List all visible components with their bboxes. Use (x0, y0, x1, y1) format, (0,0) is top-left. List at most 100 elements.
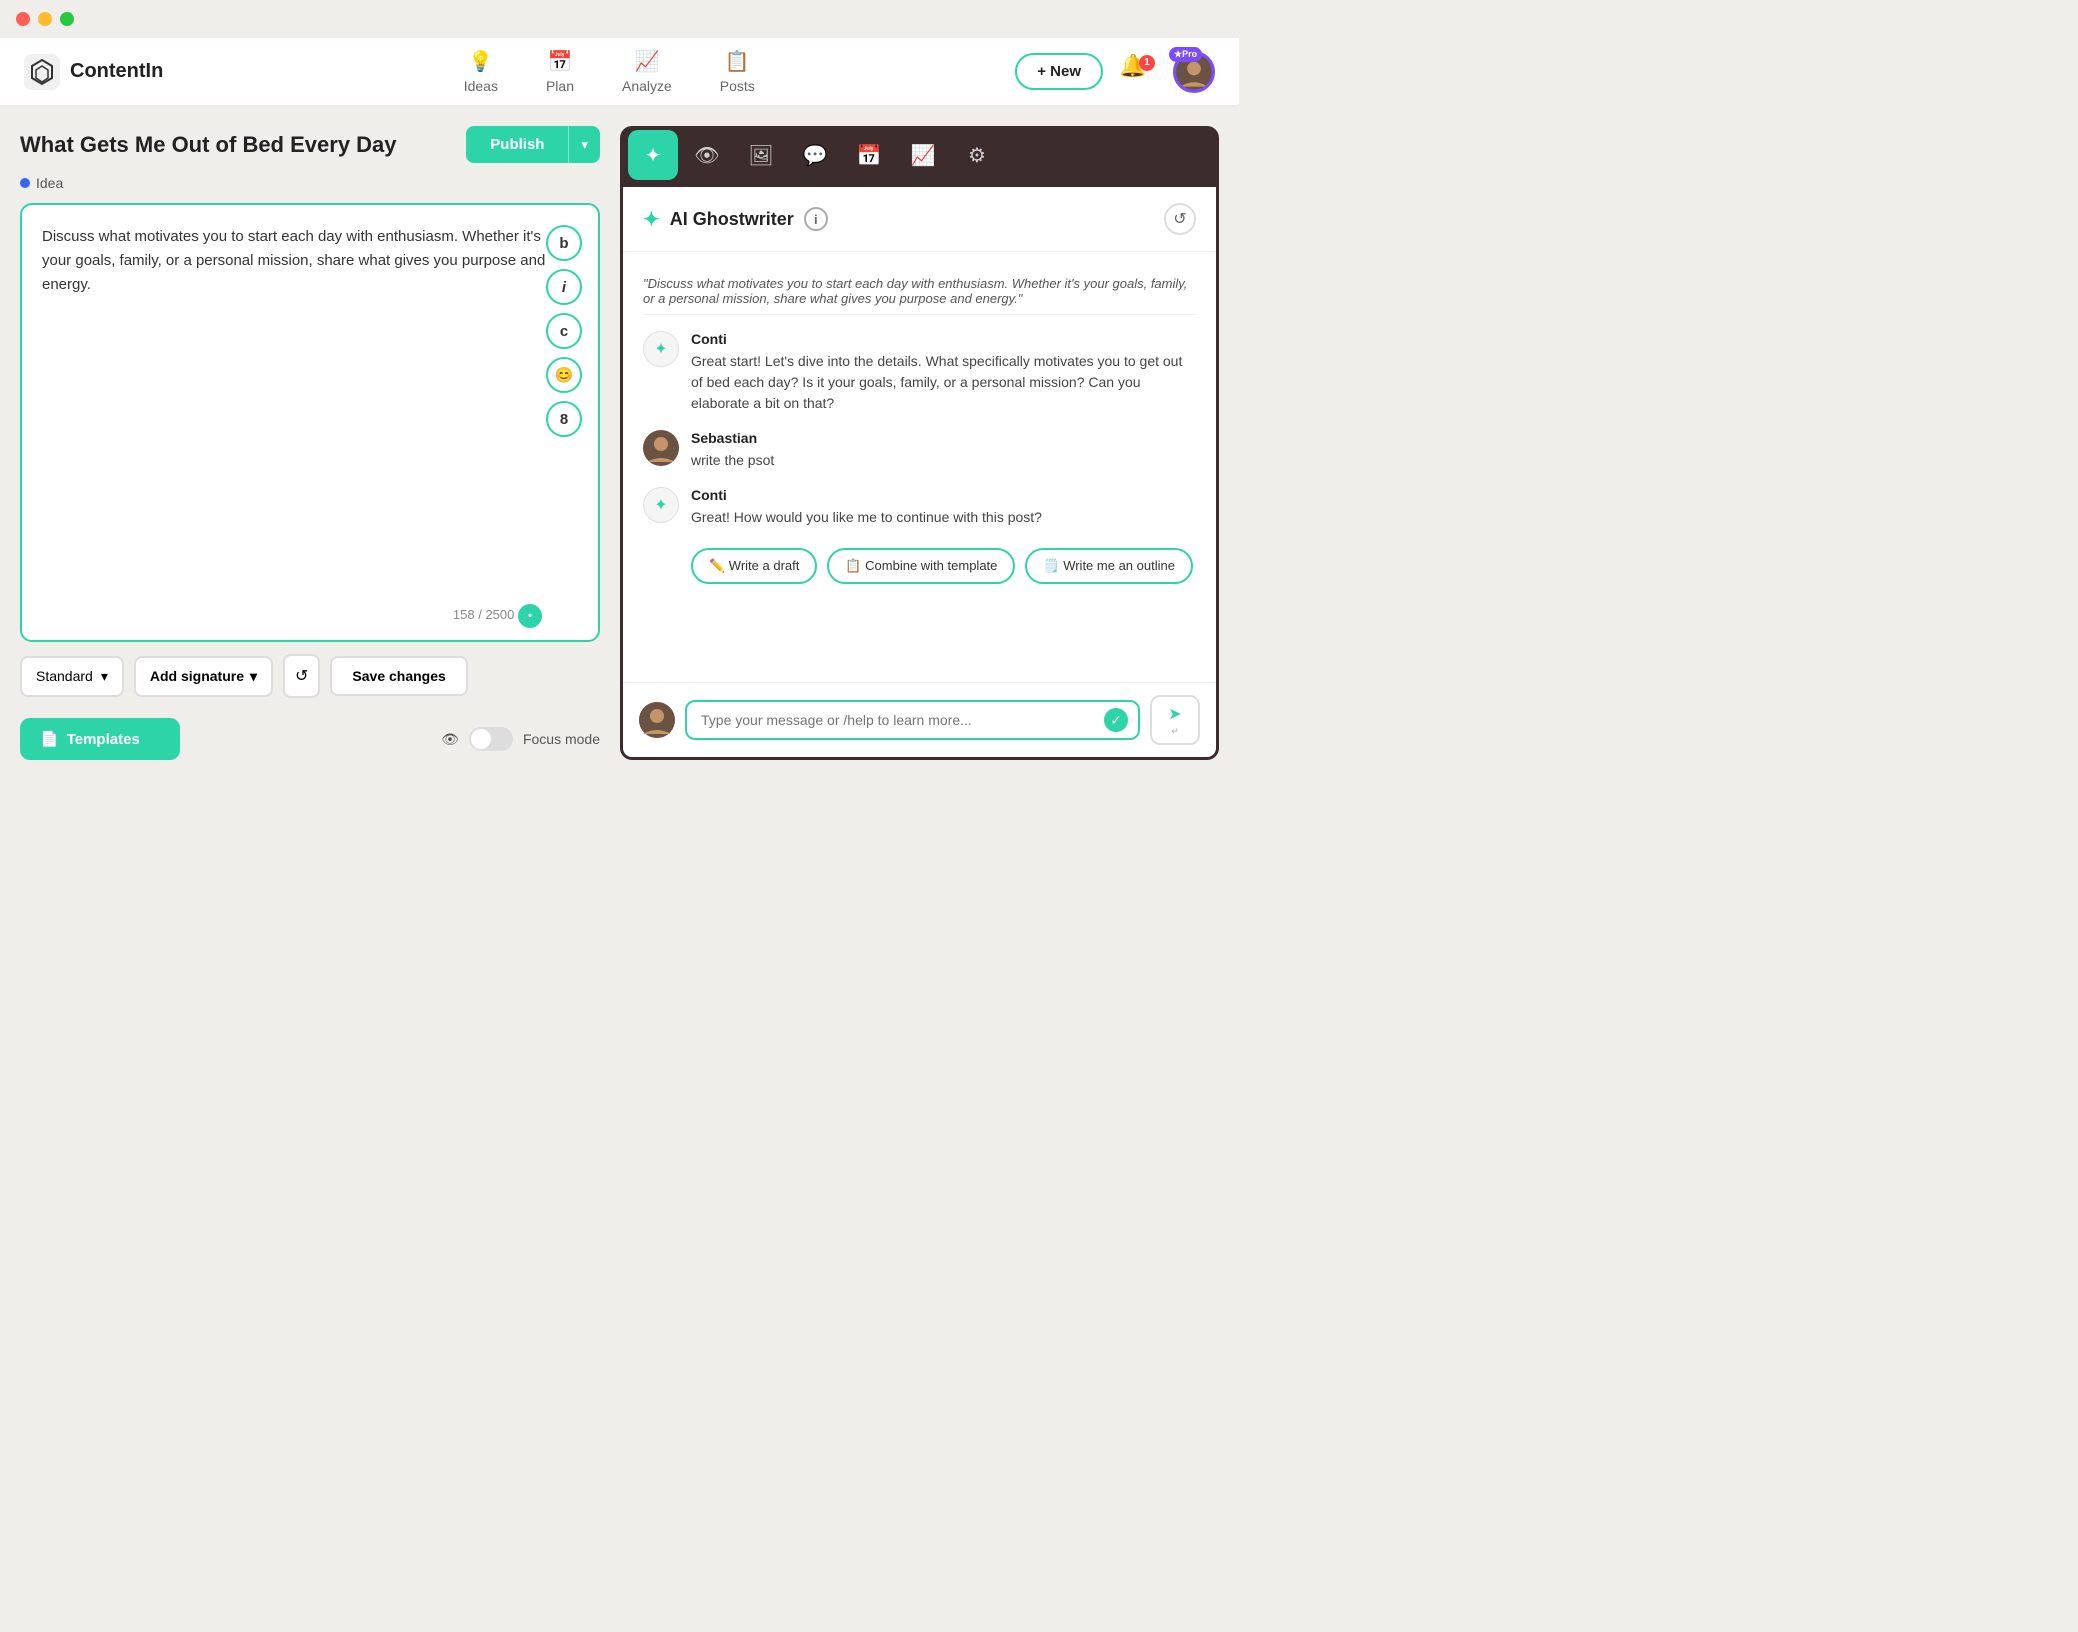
analytics-icon: 📈 (911, 143, 936, 168)
idea-text: Idea (36, 175, 63, 191)
write-draft-label: ✏️ Write a draft (709, 558, 799, 574)
nav-right: + New 🔔 1 ★Pro (1015, 51, 1215, 93)
new-button[interactable]: + New (1015, 53, 1103, 90)
message-text-user-1: write the psot (691, 450, 1196, 471)
quoted-text: "Discuss what motivates you to start eac… (643, 268, 1196, 315)
templates-icon: 📄 (40, 730, 59, 748)
send-button[interactable]: ➤ ↵ (1150, 695, 1200, 745)
ai-toolbar: ✦ 👁 🖼 💬 📅 📈 ⚙ (620, 126, 1219, 184)
ai-tab-chat[interactable]: 💬 (790, 130, 840, 180)
chat-input-avatar (639, 702, 675, 738)
avatar-container: ★Pro (1173, 51, 1215, 93)
more-button[interactable]: 8 (546, 401, 582, 437)
ai-avatar-icon: ✦ (654, 339, 667, 359)
nav-items: 💡 Ideas 📅 Plan 📈 Analyze 📋 Posts (203, 49, 1015, 94)
main-content: What Gets Me Out of Bed Every Day Publis… (0, 106, 1239, 780)
nav-item-posts[interactable]: 📋 Posts (720, 49, 755, 94)
send-icon: ➤ (1168, 704, 1181, 724)
ai-tab-calendar[interactable]: 📅 (844, 130, 894, 180)
bold-button[interactable]: b (546, 225, 582, 261)
ai-avatar-icon-2: ✦ (654, 495, 667, 515)
chat-input[interactable] (701, 712, 1098, 728)
add-signature-button[interactable]: Add signature ▾ (134, 656, 273, 697)
focus-mode-control: 👁 Focus mode (441, 727, 600, 751)
ai-tab-analytics[interactable]: 📈 (898, 130, 948, 180)
idea-dot (20, 178, 30, 188)
maximize-dot[interactable] (60, 12, 74, 26)
notifications-button[interactable]: 🔔 1 (1119, 53, 1157, 91)
char-badge: • (518, 604, 542, 628)
ai-back-button[interactable]: ↺ (1164, 203, 1196, 235)
italic-button[interactable]: i (546, 269, 582, 305)
nav-label-ideas: Ideas (464, 78, 498, 94)
publish-dropdown-button[interactable]: ▾ (568, 126, 600, 163)
pro-badge: ★Pro (1169, 47, 1202, 62)
ai-tab-settings[interactable]: ⚙ (952, 130, 1002, 180)
ai-avatar-2: ✦ (643, 487, 679, 523)
editor-area[interactable]: Discuss what motivates you to start each… (20, 203, 600, 642)
focus-mode-label: Focus mode (523, 731, 600, 747)
message-ai-2: ✦ Conti Great! How would you like me to … (643, 487, 1196, 528)
write-outline-button[interactable]: 🗒️ Write me an outline (1025, 548, 1193, 584)
write-outline-label: 🗒️ Write me an outline (1043, 558, 1175, 574)
ai-header: ✦ AI Ghostwriter i ↺ (623, 187, 1216, 252)
editor-bottom-bar: Standard ▾ Add signature ▾ ↺ Save change… (20, 654, 600, 698)
calendar-icon: 📅 (857, 143, 882, 168)
chat-input-area: ✓ ➤ ↵ (623, 682, 1216, 757)
nav-item-plan[interactable]: 📅 Plan (546, 49, 574, 94)
ai-avatar-1: ✦ (643, 331, 679, 367)
toggle-knob (471, 729, 491, 749)
chat-confirm-button[interactable]: ✓ (1104, 708, 1128, 732)
ai-tab-eye[interactable]: 👁 (682, 130, 732, 180)
chat-avatar-img (639, 702, 675, 738)
combine-template-button[interactable]: 📋 Combine with template (827, 548, 1015, 584)
combine-template-label: 📋 Combine with template (845, 558, 997, 574)
message-sender-ai-2: Conti (691, 487, 1196, 503)
message-content-ai-1: Conti Great start! Let's dive into the d… (691, 331, 1196, 414)
nav-label-analyze: Analyze (622, 78, 672, 94)
message-ai-1: ✦ Conti Great start! Let's dive into the… (643, 331, 1196, 414)
ai-title-text: AI Ghostwriter (670, 209, 794, 230)
new-button-label: + New (1037, 63, 1081, 80)
emoji-button[interactable]: 😊 (546, 357, 582, 393)
publish-button-group: Publish ▾ (466, 126, 600, 163)
chat-area: "Discuss what motivates you to start eac… (623, 252, 1216, 682)
focus-mode-toggle[interactable] (469, 727, 513, 751)
format-chevron-icon: ▾ (101, 668, 108, 685)
plan-icon: 📅 (548, 49, 573, 74)
minimize-dot[interactable] (38, 12, 52, 26)
posts-icon: 📋 (725, 49, 750, 74)
add-signature-chevron-icon: ▾ (250, 668, 257, 685)
titlebar (0, 0, 1239, 38)
logo-text: ContentIn (70, 60, 163, 83)
nav-label-posts: Posts (720, 78, 755, 94)
send-shortcut: ↵ (1171, 726, 1179, 737)
save-changes-button[interactable]: Save changes (330, 656, 467, 696)
nav-item-analyze[interactable]: 📈 Analyze (622, 49, 672, 94)
close-dot[interactable] (16, 12, 30, 26)
nav-label-plan: Plan (546, 78, 574, 94)
nav-item-ideas[interactable]: 💡 Ideas (464, 49, 498, 94)
ai-tab-sparkle[interactable]: ✦ (628, 130, 678, 180)
ideas-icon: 💡 (468, 49, 493, 74)
ai-sparkle-icon: ✦ (643, 207, 660, 232)
post-header: What Gets Me Out of Bed Every Day Publis… (20, 126, 600, 163)
idea-label: Idea (20, 175, 600, 191)
eye-tab-icon: 👁 (694, 143, 719, 168)
history-button[interactable]: ↺ (283, 654, 320, 698)
ai-info-button[interactable]: i (804, 207, 828, 231)
message-sender-ai-1: Conti (691, 331, 1196, 347)
ai-tab-image[interactable]: 🖼 (736, 130, 786, 180)
back-icon: ↺ (1173, 209, 1186, 229)
message-user-1: Sebastian write the psot (643, 430, 1196, 471)
write-draft-button[interactable]: ✏️ Write a draft (691, 548, 817, 584)
publish-button[interactable]: Publish (466, 126, 568, 163)
format-select[interactable]: Standard ▾ (20, 656, 124, 697)
templates-button[interactable]: 📄 Templates (20, 718, 180, 760)
post-title: What Gets Me Out of Bed Every Day (20, 132, 397, 158)
bottom-row: 📄 Templates 👁 Focus mode (20, 718, 600, 760)
logo-icon (24, 54, 60, 90)
editor-content[interactable]: Discuss what motivates you to start each… (42, 225, 546, 620)
code-button[interactable]: c (546, 313, 582, 349)
message-sender-user-1: Sebastian (691, 430, 1196, 446)
